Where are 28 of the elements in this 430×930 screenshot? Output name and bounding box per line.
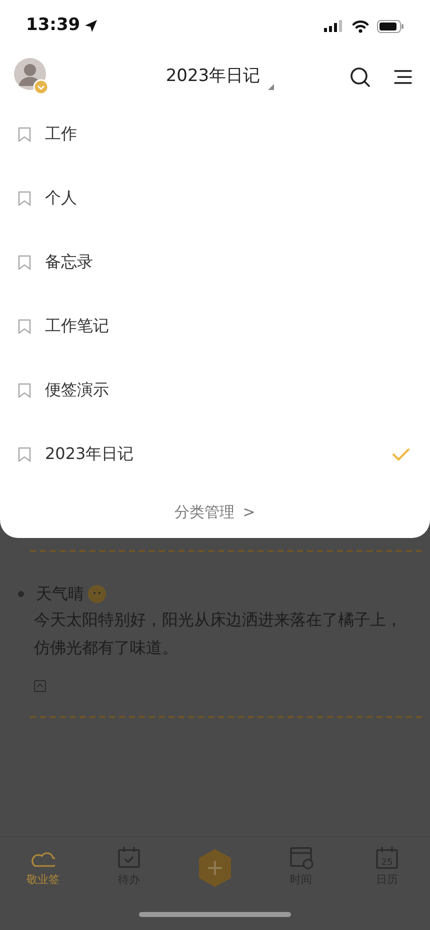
battery-icon (377, 20, 404, 32)
bookmark-icon (18, 126, 31, 142)
manage-categories-link[interactable]: 分类管理 > (174, 500, 256, 524)
search-icon[interactable] (350, 67, 370, 87)
attachment-icon (34, 680, 46, 692)
wifi-icon (352, 20, 369, 32)
bookmark-icon (18, 254, 31, 270)
location-icon (84, 19, 98, 33)
category-item[interactable]: 工作 (0, 102, 430, 166)
menu-icon[interactable] (394, 69, 412, 85)
dropdown-caret-icon (268, 84, 274, 90)
emoji-icon (88, 585, 106, 603)
bookmark-icon (18, 190, 31, 206)
category-item[interactable]: 个人 (0, 166, 430, 230)
bookmark-icon (18, 446, 31, 462)
category-item[interactable]: 2023年日记 (0, 422, 430, 486)
category-item[interactable]: 工作笔记 (0, 294, 430, 358)
category-title[interactable]: 2023年日记 (166, 64, 260, 90)
category-item[interactable]: 便签演示 (0, 358, 430, 422)
calendar-clock-icon (289, 846, 313, 870)
category-item[interactable]: 备忘录 (0, 230, 430, 294)
signal-icon (324, 20, 344, 32)
avatar[interactable] (14, 58, 50, 96)
bookmark-icon (18, 318, 31, 334)
bullet-icon (18, 591, 24, 597)
status-time: 13:39 (26, 14, 80, 38)
calendar-check-icon (117, 846, 141, 870)
bookmark-icon (18, 382, 31, 398)
